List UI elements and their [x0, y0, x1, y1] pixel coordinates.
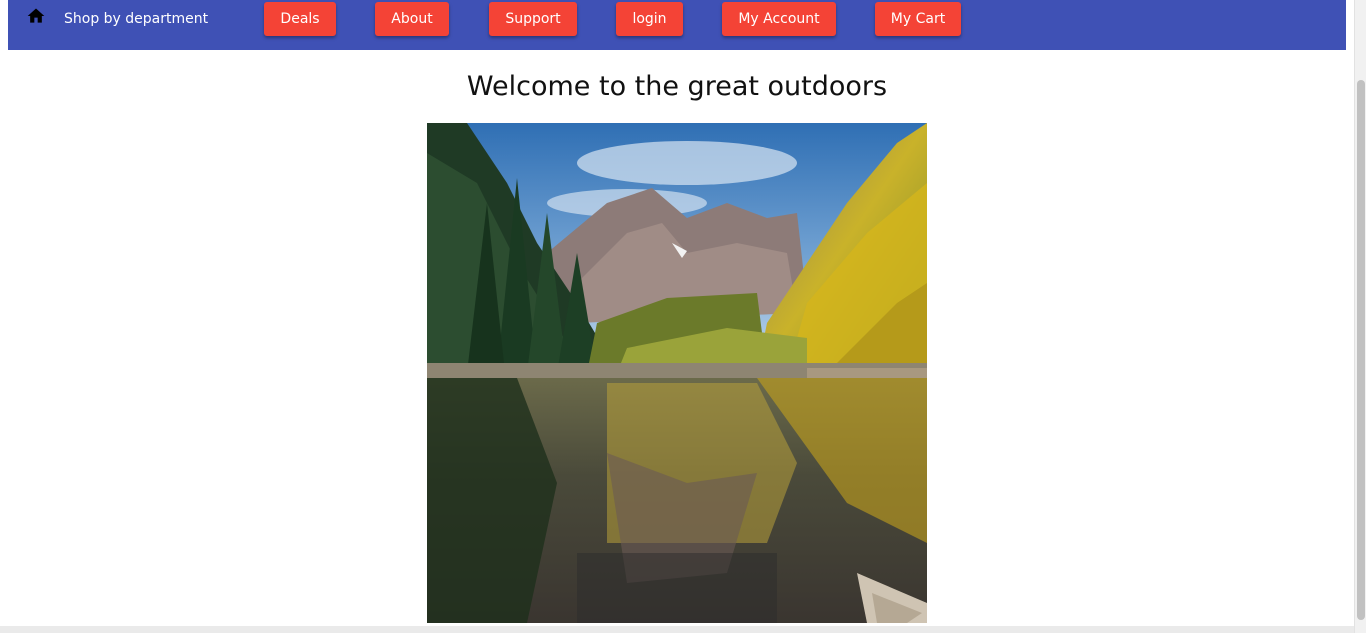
- my-account-button[interactable]: My Account: [722, 2, 836, 36]
- horizontal-scrollbar[interactable]: [0, 626, 1354, 633]
- hero-image: [427, 123, 927, 623]
- about-button[interactable]: About: [375, 2, 449, 36]
- deals-button[interactable]: Deals: [264, 2, 336, 36]
- support-button[interactable]: Support: [489, 2, 577, 36]
- scrollbar-thumb[interactable]: [1357, 80, 1365, 620]
- home-icon[interactable]: [26, 6, 46, 26]
- page: Shop by department Deals About Support l…: [0, 0, 1366, 633]
- shop-by-department-link[interactable]: Shop by department: [64, 10, 208, 28]
- my-cart-button[interactable]: My Cart: [875, 2, 961, 36]
- login-button[interactable]: login: [616, 2, 683, 36]
- top-navbar: Shop by department Deals About Support l…: [8, 0, 1346, 50]
- welcome-heading: Welcome to the great outdoors: [466, 71, 888, 102]
- vertical-scrollbar[interactable]: [1354, 0, 1366, 633]
